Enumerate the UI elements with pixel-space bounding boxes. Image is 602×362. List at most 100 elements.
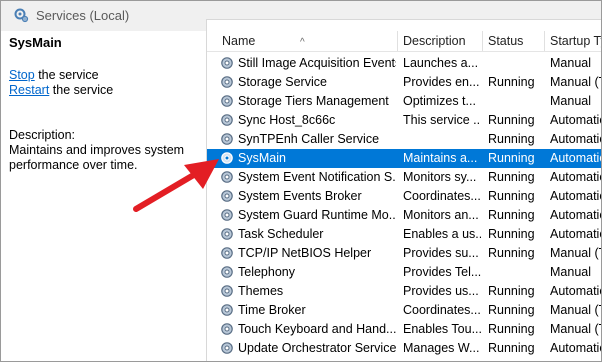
sort-indicator: ^ bbox=[300, 37, 305, 48]
service-row[interactable]: Touch Keyboard and Hand... Enables Tou..… bbox=[207, 320, 601, 339]
service-row[interactable]: System Events Broker Coordinates... Runn… bbox=[207, 187, 602, 206]
service-status: Running bbox=[488, 303, 535, 317]
service-startup-type: Manual (Tri bbox=[550, 246, 601, 260]
column-header-row: ^ Name Description Status Startup Type bbox=[207, 31, 601, 52]
service-startup-type: Automatic bbox=[550, 170, 602, 184]
service-gear-icon bbox=[221, 342, 233, 354]
services-list-pane: ^ Name Description Status Startup Type S… bbox=[206, 19, 602, 361]
service-name: Storage Tiers Management bbox=[238, 94, 389, 108]
column-divider[interactable] bbox=[544, 31, 545, 51]
service-startup-type: Manual bbox=[550, 56, 591, 70]
column-divider[interactable] bbox=[397, 31, 398, 51]
service-status: Running bbox=[488, 341, 535, 355]
service-description: Coordinates... bbox=[403, 189, 481, 203]
red-annotation-arrow-icon bbox=[133, 159, 219, 212]
service-startup-type: Automatic bbox=[550, 132, 602, 146]
column-header-name[interactable]: Name bbox=[222, 34, 255, 48]
column-header-startup-type[interactable]: Startup Type bbox=[550, 34, 601, 48]
service-name: Touch Keyboard and Hand... bbox=[238, 322, 396, 336]
service-description: Provides us... bbox=[403, 284, 479, 298]
service-startup-type: Manual bbox=[550, 265, 591, 279]
service-name: Storage Service bbox=[238, 75, 327, 89]
stop-action-line: Stop the service bbox=[9, 68, 99, 82]
column-divider[interactable] bbox=[482, 31, 483, 51]
service-name: Time Broker bbox=[238, 303, 306, 317]
service-status: Running bbox=[488, 284, 535, 298]
service-description: Provides su... bbox=[403, 246, 479, 260]
column-header-status[interactable]: Status bbox=[488, 34, 523, 48]
service-name: System Events Broker bbox=[238, 189, 362, 203]
service-status: Running bbox=[488, 75, 535, 89]
service-status: Running bbox=[488, 189, 535, 203]
service-row[interactable]: Task Scheduler Enables a us... Running A… bbox=[207, 225, 602, 244]
service-status: Running bbox=[488, 208, 535, 222]
service-row[interactable]: Time Broker Coordinates... Running Manua… bbox=[207, 301, 601, 320]
service-startup-type: Manual (Tri bbox=[550, 322, 601, 336]
service-row[interactable]: Storage Tiers Management Optimizes t... … bbox=[207, 92, 601, 111]
service-startup-type: Manual (Tri bbox=[550, 303, 601, 317]
service-name: Telephony bbox=[238, 265, 295, 279]
service-description: Enables a us... bbox=[403, 227, 481, 241]
service-row-selected[interactable]: SysMain Maintains a... Running Automatic bbox=[207, 149, 602, 168]
service-gear-icon bbox=[221, 304, 233, 316]
service-description: Monitors sy... bbox=[403, 170, 477, 184]
service-description: Manages W... bbox=[403, 341, 480, 355]
service-status: Running bbox=[488, 246, 535, 260]
service-row[interactable]: Themes Provides us... Running Automatic bbox=[207, 282, 602, 301]
service-startup-type: Automatic bbox=[550, 341, 602, 355]
service-gear-icon bbox=[221, 133, 233, 145]
service-row[interactable]: Sync Host_8c66c This service ... Running… bbox=[207, 111, 602, 130]
service-row[interactable]: Telephony Provides Tel... Manual bbox=[207, 263, 601, 282]
service-name: Themes bbox=[238, 284, 284, 298]
service-description: Launches a... bbox=[403, 56, 479, 70]
service-gear-icon bbox=[221, 114, 233, 126]
service-name: SysMain bbox=[238, 151, 286, 165]
service-status: Running bbox=[488, 227, 535, 241]
service-name: Task Scheduler bbox=[238, 227, 324, 241]
service-status: Running bbox=[488, 170, 535, 184]
service-row[interactable]: Update Orchestrator Service Manages W...… bbox=[207, 339, 602, 358]
service-name: Still Image Acquisition Events bbox=[238, 56, 396, 70]
service-startup-type: Manual (Tri bbox=[550, 75, 601, 89]
service-gear-icon bbox=[221, 247, 233, 259]
service-startup-type: Automatic bbox=[550, 151, 602, 165]
restart-service-link[interactable]: Restart bbox=[9, 83, 49, 97]
stop-service-suffix: the service bbox=[34, 68, 99, 82]
service-name: System Event Notification S... bbox=[238, 170, 396, 184]
stop-service-link[interactable]: Stop bbox=[9, 68, 35, 82]
selected-service-title: SysMain bbox=[9, 35, 62, 50]
service-name: System Guard Runtime Mo... bbox=[238, 208, 396, 222]
service-status: Running bbox=[488, 322, 535, 336]
service-description: Optimizes t... bbox=[403, 94, 476, 108]
service-description: Enables Tou... bbox=[403, 322, 481, 336]
service-startup-type: Automatic bbox=[550, 113, 602, 127]
service-status: Running bbox=[488, 132, 535, 146]
service-startup-type: Automatic bbox=[550, 189, 602, 203]
service-startup-type: Automatic bbox=[550, 284, 602, 298]
service-description: Provides Tel... bbox=[403, 265, 481, 279]
service-startup-type: Manual bbox=[550, 94, 591, 108]
service-gear-icon bbox=[221, 266, 233, 278]
service-row[interactable]: System Guard Runtime Mo... Monitors an..… bbox=[207, 206, 602, 225]
service-description: Provides en... bbox=[403, 75, 480, 89]
window-title: Services (Local) bbox=[36, 8, 130, 23]
service-gear-icon bbox=[221, 228, 233, 240]
service-gear-icon bbox=[221, 57, 233, 69]
service-row[interactable]: System Event Notification S... Monitors … bbox=[207, 168, 602, 187]
service-row[interactable]: TCP/IP NetBIOS Helper Provides su... Run… bbox=[207, 244, 601, 263]
service-row[interactable]: Storage Service Provides en... Running M… bbox=[207, 73, 601, 92]
service-gear-icon bbox=[221, 76, 233, 88]
service-gear-icon bbox=[221, 285, 233, 297]
services-gear-icon bbox=[14, 8, 29, 23]
column-header-description[interactable]: Description bbox=[403, 34, 466, 48]
service-startup-type: Automatic bbox=[550, 208, 602, 222]
service-startup-type: Automatic bbox=[550, 227, 602, 241]
service-gear-icon bbox=[221, 95, 233, 107]
service-row[interactable]: SynTPEnh Caller Service Running Automati… bbox=[207, 130, 602, 149]
service-name: SynTPEnh Caller Service bbox=[238, 132, 380, 146]
service-description: Monitors an... bbox=[403, 208, 479, 222]
services-window: Services (Local) SysMain Stop the servic… bbox=[0, 0, 602, 362]
service-name: TCP/IP NetBIOS Helper bbox=[238, 246, 372, 260]
service-name: Sync Host_8c66c bbox=[238, 113, 336, 127]
service-row[interactable]: Still Image Acquisition Events Launches … bbox=[207, 54, 601, 73]
